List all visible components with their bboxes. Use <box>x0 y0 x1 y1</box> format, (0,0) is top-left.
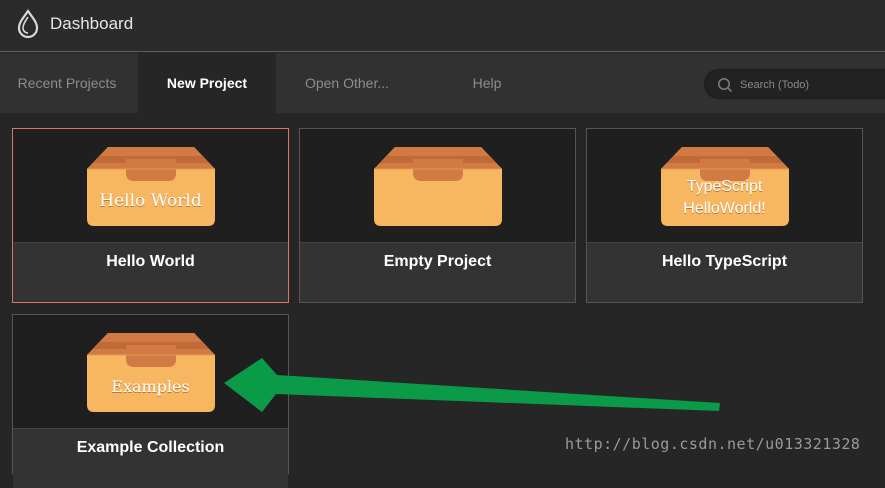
box-caption-line1: TypeScript <box>686 178 763 195</box>
search-icon <box>718 78 733 93</box>
tab-new-project[interactable]: New Project <box>138 53 276 113</box>
title-bar: Dashboard <box>0 0 885 52</box>
app-title: Dashboard <box>50 14 134 33</box>
box-caption-line2: HelloWorld! <box>683 200 766 217</box>
project-thumbnail: Examples <box>13 315 288 428</box>
tab-help[interactable]: Help <box>420 53 554 113</box>
project-thumbnail <box>300 129 575 242</box>
project-label: Hello TypeScript <box>587 242 862 302</box>
project-label: Empty Project <box>300 242 575 302</box>
search-input[interactable] <box>738 75 885 95</box>
project-card-example-collection[interactable]: Examples Example Collection <box>12 314 289 488</box>
box-caption: Examples <box>111 377 190 396</box>
search-box[interactable] <box>704 69 885 99</box>
project-card-empty-project[interactable]: Empty Project <box>299 128 576 303</box>
project-box-icon <box>86 145 216 227</box>
tab-open-other[interactable]: Open Other... <box>280 53 414 113</box>
tab-bar: Recent Projects New Project Open Other..… <box>0 53 885 113</box>
drop-logo-icon <box>17 9 39 39</box>
project-card-hello-world[interactable]: Hello World Hello World <box>12 128 289 303</box>
project-box-icon <box>86 331 216 413</box>
project-box-icon <box>373 145 503 227</box>
tab-recent-projects[interactable]: Recent Projects <box>0 53 134 113</box>
project-label: Example Collection <box>13 428 288 488</box>
project-thumbnail: TypeScript HelloWorld! <box>587 129 862 242</box>
project-thumbnail: Hello World <box>13 129 288 242</box>
project-label: Hello World <box>13 242 288 302</box>
project-card-hello-typescript[interactable]: TypeScript HelloWorld! Hello TypeScript <box>586 128 863 303</box>
watermark: http://blog.csdn.net/u013321328 <box>565 435 861 453</box>
box-caption: Hello World <box>99 191 202 211</box>
